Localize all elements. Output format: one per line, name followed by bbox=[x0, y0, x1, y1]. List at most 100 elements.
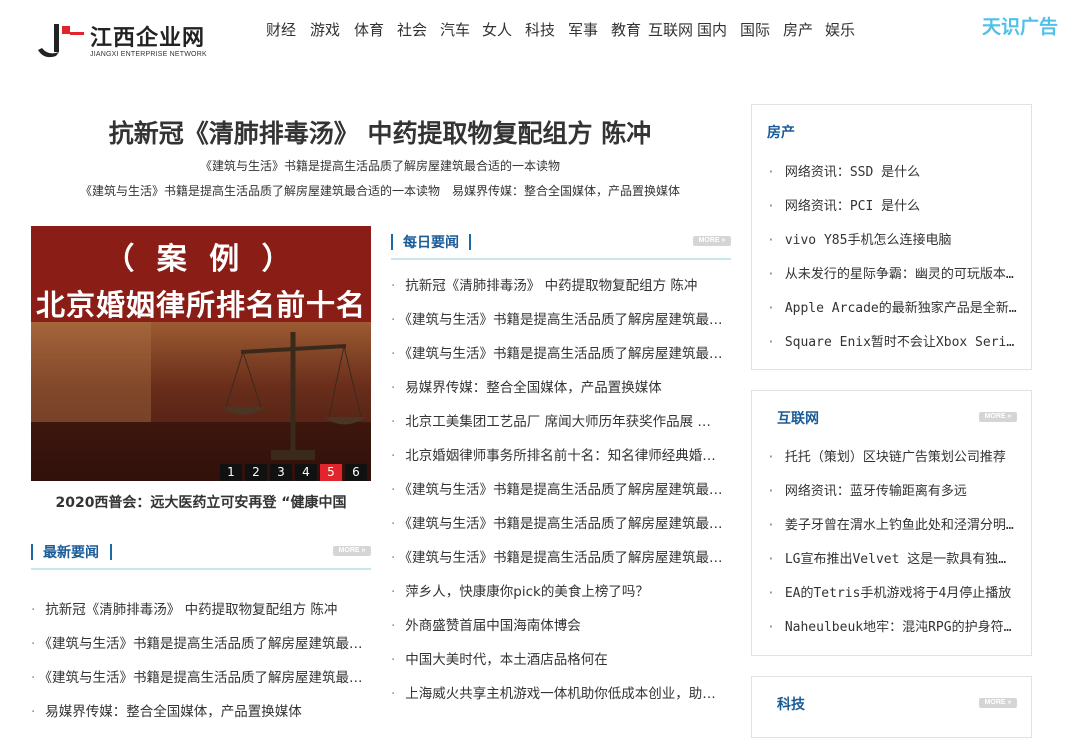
list-item[interactable]: · 网络资讯：PCI 是什么 bbox=[767, 190, 1017, 224]
nav-item-sports[interactable]: 体育 bbox=[354, 19, 384, 40]
list-item[interactable]: · 抗新冠《清肺排毒汤》 中药提取物复配组方 陈冲 bbox=[391, 269, 726, 303]
nav-item-international[interactable]: 国际 bbox=[740, 19, 770, 40]
list-item[interactable]: · 《建筑与生活》书籍是提高生活品质了解房屋建筑最合适的一本读物 bbox=[391, 303, 726, 337]
realestate-list: · 网络资讯：SSD 是什么 · 网络资讯：PCI 是什么 · vivo Y85手机怎… bbox=[767, 156, 1017, 360]
bullet: · bbox=[391, 482, 396, 498]
list-item-text: 萍乡人，快康康你pick的美食上榜了吗？ bbox=[405, 584, 649, 600]
slide-case-text: （ 案 例 ） bbox=[104, 242, 298, 277]
list-item-text: EA的Tetris手机游戏将于4月停止播放 bbox=[784, 586, 1012, 601]
bullet: · bbox=[767, 233, 775, 248]
list-item-text: vivo Y85手机怎么连接电脑 bbox=[784, 233, 952, 248]
nav-item-women[interactable]: 女人 bbox=[482, 19, 512, 40]
sidebar-box-title: 房产 bbox=[767, 125, 795, 141]
list-item[interactable]: · Apple Arcade的最新独家产品是全新游戏 bbox=[767, 292, 1017, 326]
list-item[interactable]: · Naheulbeuk地牢：混沌RPG的护身符发布 bbox=[767, 611, 1017, 645]
bullet: · bbox=[391, 278, 396, 294]
list-item-text: 姜子牙曾在渭水上钓鱼此处和泾渭分明有关 bbox=[784, 518, 1017, 533]
list-item[interactable]: · 《建筑与生活》书籍是提高生活品质了解房屋建筑最合适的一本读物 bbox=[391, 507, 726, 541]
list-item[interactable]: · 易媒界传媒：整合全国媒体，产品置换媒体 bbox=[31, 695, 366, 729]
nav-item-tech[interactable]: 科技 bbox=[525, 19, 555, 40]
list-item-text: 北京婚姻律师事务所排名前十名：知名律师经典婚姻案例 bbox=[405, 448, 726, 464]
bullet: · bbox=[767, 586, 775, 601]
list-item-text: 《建筑与生活》书籍是提高生活品质了解房屋建筑最合适的一本读物 bbox=[405, 346, 726, 362]
list-item[interactable]: · 《建筑与生活》书籍是提高生活品质了解房屋建筑最合适的一本读物 bbox=[31, 627, 366, 661]
bullet: · bbox=[391, 380, 396, 396]
bullet: · bbox=[767, 165, 775, 180]
list-item[interactable]: · 抗新冠《清肺排毒汤》 中药提取物复配组方 陈冲 bbox=[31, 593, 366, 627]
daily-news-header: 每日要闻 MORE » bbox=[391, 226, 731, 260]
headline-sub-link-2[interactable]: 《建筑与生活》书籍是提高生活品质了解房屋建筑最合适的一本读物 易媒界传媒：整合全… bbox=[30, 182, 730, 199]
list-item-text: 抗新冠《清肺排毒汤》 中药提取物复配组方 陈冲 bbox=[45, 602, 338, 618]
bullet: · bbox=[767, 267, 775, 282]
nav-item-auto[interactable]: 汽车 bbox=[440, 19, 470, 40]
list-item-text: LG宣布推出Velvet 这是一款具有独特设计的手机 bbox=[784, 552, 1017, 567]
sidebar-box-tech: 科技 MORE » bbox=[751, 676, 1032, 738]
nav-item-entertainment[interactable]: 娱乐 bbox=[825, 19, 855, 40]
list-item[interactable]: · 姜子牙曾在渭水上钓鱼此处和泾渭分明有关 bbox=[767, 509, 1017, 543]
bullet: · bbox=[767, 301, 775, 316]
bullet: · bbox=[391, 686, 396, 702]
list-item[interactable]: · LG宣布推出Velvet 这是一款具有独特设计的手机 bbox=[767, 543, 1017, 577]
list-item[interactable]: · 北京婚姻律师事务所排名前十名：知名律师经典婚姻案例 bbox=[391, 439, 726, 473]
list-item-text: 网络资讯：蓝牙传输距离有多远 bbox=[784, 484, 967, 499]
list-item[interactable]: · 萍乡人，快康康你pick的美食上榜了吗？ bbox=[391, 575, 726, 609]
list-item[interactable]: · 托托（策划）区块链广告策划公司推荐 bbox=[767, 441, 1017, 475]
nav-item-internet[interactable]: 互联网 bbox=[648, 19, 693, 40]
internet-more-button[interactable]: MORE » bbox=[979, 412, 1017, 422]
list-item[interactable]: · 北京工美集团工艺品厂 席闻大师历年获奖作品展 … bbox=[391, 405, 726, 439]
list-item-text: 外商盛赞首届中国海南体博会 bbox=[405, 618, 581, 634]
slider-page-6[interactable]: 6 bbox=[345, 464, 367, 481]
list-item[interactable]: · 《建筑与生活》书籍是提高生活品质了解房屋建筑最合适的一本读物 bbox=[391, 473, 726, 507]
list-item-text: 中国大美时代，本土酒店品格何在 bbox=[405, 652, 608, 668]
list-item[interactable]: · 上海威火共享主机游戏一体机助你低成本创业，助力创业者 bbox=[391, 677, 726, 711]
bullet: · bbox=[767, 620, 775, 635]
latest-more-button[interactable]: MORE » bbox=[333, 546, 371, 556]
slider-page-3[interactable]: 3 bbox=[270, 464, 292, 481]
nav-item-society[interactable]: 社会 bbox=[397, 19, 427, 40]
slider-page-5[interactable]: 5 bbox=[320, 464, 342, 481]
list-item[interactable]: · 网络资讯：SSD 是什么 bbox=[767, 156, 1017, 190]
nav-item-military[interactable]: 军事 bbox=[568, 19, 598, 40]
slider-caption[interactable]: 2020西普会：远大医药立可安再登 “健康中国 bbox=[31, 492, 371, 512]
header-accent bbox=[391, 234, 393, 250]
list-item-text: Square Enix暂时不会让Xbox Series X兼容 bbox=[784, 335, 1017, 350]
list-item[interactable]: · vivo Y85手机怎么连接电脑 bbox=[767, 224, 1017, 258]
list-item-text: 易媒界传媒：整合全国媒体，产品置换媒体 bbox=[45, 704, 302, 720]
list-item[interactable]: · Square Enix暂时不会让Xbox Series X兼容 bbox=[767, 326, 1017, 360]
logo-text: 江西企业网 bbox=[90, 26, 206, 51]
list-item[interactable]: · 易媒界传媒：整合全国媒体，产品置换媒体 bbox=[391, 371, 726, 405]
list-item[interactable]: · 中国大美时代，本土酒店品格何在 bbox=[391, 643, 726, 677]
slider-page-1[interactable]: 1 bbox=[220, 464, 242, 481]
slider-page-2[interactable]: 2 bbox=[245, 464, 267, 481]
list-item-text: 网络资讯：SSD 是什么 bbox=[784, 165, 921, 180]
nav-item-realestate[interactable]: 房产 bbox=[783, 19, 813, 40]
slider-page-4[interactable]: 4 bbox=[295, 464, 317, 481]
list-item[interactable]: · 《建筑与生活》书籍是提高生活品质了解房屋建筑最合适的一本读物 bbox=[391, 337, 726, 371]
list-item-text: 《建筑与生活》书籍是提高生活品质了解房屋建筑最合适的一本读物 bbox=[405, 312, 726, 328]
list-item[interactable]: · EA的Tetris手机游戏将于4月停止播放 bbox=[767, 577, 1017, 611]
bullet: · bbox=[767, 484, 775, 499]
nav-item-education[interactable]: 教育 bbox=[611, 19, 641, 40]
image-slider[interactable]: （ 案 例 ） 北京婚姻律所排名前十名 1 2 3 4 5 6 bbox=[31, 226, 371, 481]
tech-more-button[interactable]: MORE » bbox=[979, 698, 1017, 708]
list-item-text: 北京工美集团工艺品厂 席闻大师历年获奖作品展 … bbox=[405, 414, 711, 430]
list-item[interactable]: · 《建筑与生活》书籍是提高生活品质了解房屋建筑最合适的一本读物 bbox=[391, 541, 726, 575]
list-item-text: 网络资讯：PCI 是什么 bbox=[784, 199, 921, 214]
list-item[interactable]: · 从未发行的星际争霸：幽灵的可玩版本出现 bbox=[767, 258, 1017, 292]
nav-item-domestic[interactable]: 国内 bbox=[697, 19, 727, 40]
latest-news-list: · 抗新冠《清肺排毒汤》 中药提取物复配组方 陈冲 · 《建筑与生活》书籍是提高生活… bbox=[31, 593, 366, 729]
list-item[interactable]: · 外商盛赞首届中国海南体博会 bbox=[391, 609, 726, 643]
headline-sub-link-1[interactable]: 《建筑与生活》书籍是提高生活品质了解房屋建筑最合适的一本读物 bbox=[30, 157, 730, 174]
nav-item-games[interactable]: 游戏 bbox=[310, 19, 340, 40]
bullet: · bbox=[391, 448, 396, 464]
headline-title[interactable]: 抗新冠《清肺排毒汤》 中药提取物复配组方 陈冲 bbox=[30, 114, 730, 150]
daily-more-button[interactable]: MORE » bbox=[693, 236, 731, 246]
list-item[interactable]: · 网络资讯：蓝牙传输距离有多远 bbox=[767, 475, 1017, 509]
list-item[interactable]: · 《建筑与生活》书籍是提高生活品质了解房屋建筑最合适的一本读物 bbox=[31, 661, 366, 695]
bullet: · bbox=[391, 516, 396, 532]
bullet: · bbox=[31, 602, 36, 618]
site-logo[interactable]: 江西企业网 JIANGXI ENTERPRISE NETWORK bbox=[36, 18, 226, 64]
nav-item-finance[interactable]: 财经 bbox=[266, 19, 296, 40]
ad-banner-link[interactable]: 天识广告 bbox=[982, 12, 1058, 39]
list-item-text: 托托（策划）区块链广告策划公司推荐 bbox=[784, 450, 1006, 465]
